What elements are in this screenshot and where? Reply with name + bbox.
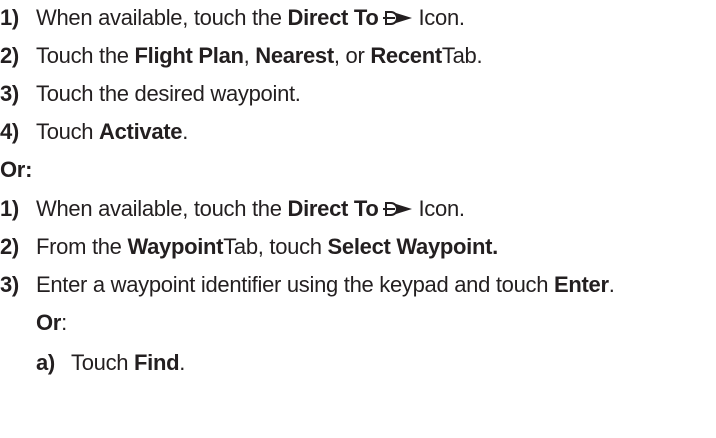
step-number: 2) [0, 43, 19, 68]
step-a1: 1) When available, touch the Direct To I… [0, 3, 465, 33]
step-a2: 2) Touch the Flight Plan, Nearest, or Re… [0, 41, 483, 71]
step-text: Touch Find. [71, 350, 186, 375]
step-sub-a: a) Touch Find. [36, 348, 185, 378]
step-text: From the Waypoint Tab, touch Select Wayp… [36, 234, 498, 259]
or-heading: Or: [0, 157, 33, 182]
step-number: 3) [0, 272, 19, 297]
step-text: Enter a waypoint identifier using the ke… [36, 272, 615, 297]
step-text: Touch the desired waypoint. [36, 81, 301, 106]
step-number: 2) [0, 234, 19, 259]
step-number: 4) [0, 119, 19, 144]
step-b1: 1) When available, touch the Direct To I… [0, 194, 465, 224]
step-a3: 3) Touch the desired waypoint. [0, 79, 301, 109]
step-number: 3) [0, 81, 19, 106]
direct-to-icon [382, 202, 412, 216]
step-number: 1) [0, 196, 19, 221]
or-subheading: Or: [36, 310, 67, 335]
step-b2: 2) From the Waypoint Tab, touch Select W… [0, 232, 498, 262]
step-text: When available, touch the Direct To Icon… [36, 5, 465, 30]
step-text: Touch Activate. [36, 119, 189, 144]
step-text: When available, touch the Direct To Icon… [36, 196, 465, 221]
step-a4: 4) Touch Activate. [0, 117, 188, 147]
step-number: a) [36, 350, 55, 375]
step-number: 1) [0, 5, 19, 30]
step-b3: 3) Enter a waypoint identifier using the… [0, 270, 615, 300]
direct-to-icon [382, 11, 412, 25]
step-text: Touch the Flight Plan, Nearest, or Recen… [36, 43, 483, 68]
